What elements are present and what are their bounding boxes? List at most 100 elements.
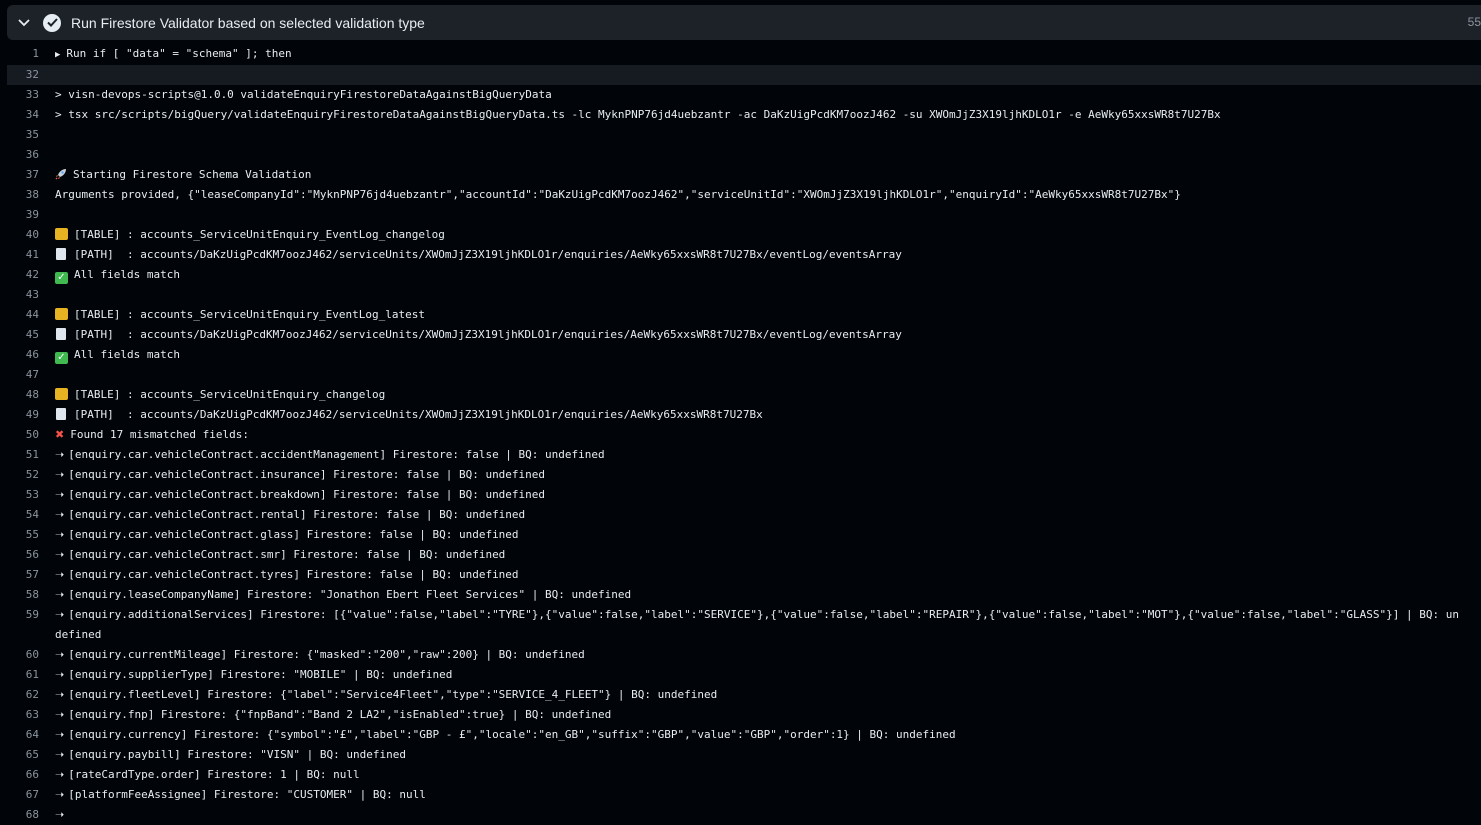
log-line-content: ✖ Found 17 mismatched fields: [55, 425, 1481, 445]
log-text: [enquiry.car.vehicleContract.tyres] Fire… [68, 568, 519, 581]
line-number[interactable]: 1 [7, 44, 55, 65]
log-text: All fields match [74, 268, 180, 281]
line-number[interactable]: 44 [7, 305, 55, 325]
line-number[interactable]: 64 [7, 725, 55, 745]
line-number[interactable]: 50 [7, 425, 55, 445]
line-number[interactable]: 51 [7, 445, 55, 465]
line-number[interactable]: 34 [7, 105, 55, 125]
log-line: 43 [7, 285, 1481, 305]
log-line: 66 ➝ [rateCardType.order] Firestore: 1 | B… [7, 765, 1481, 785]
line-number[interactable]: 48 [7, 385, 55, 405]
log-line: 68 ➝ [7, 805, 1481, 825]
log-line-content: [PATH] : accounts/DaKzUigPcdKM7oozJ462/s… [55, 405, 1481, 425]
line-number[interactable]: 58 [7, 585, 55, 605]
check-circle-icon [43, 13, 61, 32]
line-number[interactable]: 33 [7, 85, 55, 105]
right-arrow-icon: ➝ [55, 668, 65, 681]
line-number[interactable]: 43 [7, 285, 55, 305]
log-line-content [55, 365, 1481, 385]
line-number[interactable]: 65 [7, 745, 55, 765]
log-output: 1 ▶ Run if [ "data" = "schema" ]; then 32 33… [7, 44, 1481, 825]
log-line: 42 ✓ All fields match [7, 265, 1481, 285]
line-number[interactable]: 63 [7, 705, 55, 725]
right-arrow-icon: ➝ [55, 588, 65, 601]
log-line: 45 [PATH] : accounts/DaKzUigPcdKM7oozJ462… [7, 325, 1481, 345]
rocket-icon [55, 168, 67, 181]
log-line-content: ➝ [enquiry.car.vehicleContract.glass] Fir… [55, 525, 1481, 545]
log-line-content: ➝ [enquiry.car.vehicleContract.insurance]… [55, 465, 1481, 485]
log-text: [enquiry.car.vehicleContract.breakdown] … [68, 488, 546, 501]
log-line: 32 [7, 65, 1481, 85]
log-line-content: > tsx src/scripts/bigQuery/validateEnqui… [55, 105, 1481, 125]
log-text: [PATH] : accounts/DaKzUigPcdKM7oozJ462/s… [74, 248, 902, 261]
log-line-content: > visn-devops-scripts@1.0.0 validateEnqu… [55, 85, 1481, 105]
log-line-content: [TABLE] : accounts_ServiceUnitEnquiry_ch… [55, 385, 1481, 405]
folder-icon [55, 308, 68, 320]
triangle-right-icon[interactable]: ▶ [55, 45, 60, 65]
line-number[interactable]: 36 [7, 145, 55, 165]
line-number[interactable]: 32 [7, 65, 55, 85]
right-arrow-icon: ➝ [55, 548, 65, 561]
log-text: [PATH] : accounts/DaKzUigPcdKM7oozJ462/s… [74, 408, 763, 421]
log-line: 63 ➝ [enquiry.fnp] Firestore: {"fnpBand":"… [7, 705, 1481, 725]
log-line: 47 [7, 365, 1481, 385]
log-line: 54 ➝ [enquiry.car.vehicleContract.rental] … [7, 505, 1481, 525]
log-text: [TABLE] : accounts_ServiceUnitEnquiry_Ev… [74, 308, 425, 321]
chevron-down-icon[interactable] [17, 16, 31, 30]
log-text: > tsx src/scripts/bigQuery/validateEnqui… [55, 108, 1221, 121]
log-line: 60 ➝ [enquiry.currentMileage] Firestore: {… [7, 645, 1481, 665]
log-text: Arguments provided, {"leaseCompanyId":"M… [55, 188, 1181, 201]
log-text: [enquiry.currentMileage] Firestore: {"ma… [68, 648, 585, 661]
log-text: [PATH] : accounts/DaKzUigPcdKM7oozJ462/s… [74, 328, 902, 341]
log-line-content: ➝ [enquiry.fleetLevel] Firestore: {"label… [55, 685, 1481, 705]
page-icon [56, 248, 66, 260]
folder-icon [55, 228, 68, 240]
log-line: 55 ➝ [enquiry.car.vehicleContract.glass] F… [7, 525, 1481, 545]
line-number[interactable]: 56 [7, 545, 55, 565]
log-line-content: ➝ [enquiry.paybill] Firestore: "VISN" | B… [55, 745, 1481, 765]
log-line: 41 [PATH] : accounts/DaKzUigPcdKM7oozJ462… [7, 245, 1481, 265]
line-number[interactable]: 37 [7, 165, 55, 185]
right-arrow-icon: ➝ [55, 768, 65, 781]
line-number[interactable]: 39 [7, 205, 55, 225]
line-number[interactable]: 59 [7, 605, 55, 645]
line-number[interactable]: 52 [7, 465, 55, 485]
line-number[interactable]: 42 [7, 265, 55, 285]
log-line-content: ➝ [rateCardType.order] Firestore: 1 | BQ:… [55, 765, 1481, 785]
line-number[interactable]: 35 [7, 125, 55, 145]
line-number[interactable]: 67 [7, 785, 55, 805]
line-number[interactable]: 60 [7, 645, 55, 665]
log-line: 65 ➝ [enquiry.paybill] Firestore: "VISN" |… [7, 745, 1481, 765]
line-number[interactable]: 38 [7, 185, 55, 205]
line-number[interactable]: 66 [7, 765, 55, 785]
log-text: [enquiry.supplierType] Firestore: "MOBIL… [68, 668, 453, 681]
log-line: 53 ➝ [enquiry.car.vehicleContract.breakdow… [7, 485, 1481, 505]
log-line: 34 > tsx src/scripts/bigQuery/validateEnq… [7, 105, 1481, 125]
log-line: 44 [TABLE] : accounts_ServiceUnitEnquiry_… [7, 305, 1481, 325]
line-number[interactable]: 40 [7, 225, 55, 245]
log-text: Run if [ "data" = "schema" ]; then [66, 47, 292, 60]
line-number[interactable]: 57 [7, 565, 55, 585]
line-number[interactable]: 47 [7, 365, 55, 385]
line-number[interactable]: 68 [7, 805, 55, 825]
log-line: 57 ➝ [enquiry.car.vehicleContract.tyres] F… [7, 565, 1481, 585]
line-number[interactable]: 46 [7, 345, 55, 365]
right-arrow-icon: ➝ [55, 568, 65, 581]
line-number[interactable]: 54 [7, 505, 55, 525]
log-text: [enquiry.car.vehicleContract.accidentMan… [68, 448, 605, 461]
log-line: 36 [7, 145, 1481, 165]
line-number[interactable]: 49 [7, 405, 55, 425]
line-number[interactable]: 53 [7, 485, 55, 505]
log-line[interactable]: 1 ▶ Run if [ "data" = "schema" ]; then [7, 44, 1481, 65]
right-arrow-icon: ➝ [55, 788, 65, 801]
line-number[interactable]: 45 [7, 325, 55, 345]
step-header[interactable]: Run Firestore Validator based on selecte… [7, 5, 1481, 40]
line-number[interactable]: 61 [7, 665, 55, 685]
log-text: [enquiry.leaseCompanyName] Firestore: "J… [68, 588, 632, 601]
log-line: 33 > visn-devops-scripts@1.0.0 validateEn… [7, 85, 1481, 105]
log-text: Starting Firestore Schema Validation [73, 168, 312, 181]
line-number[interactable]: 55 [7, 525, 55, 545]
line-number[interactable]: 62 [7, 685, 55, 705]
right-arrow-icon: ➝ [55, 488, 65, 501]
line-number[interactable]: 41 [7, 245, 55, 265]
